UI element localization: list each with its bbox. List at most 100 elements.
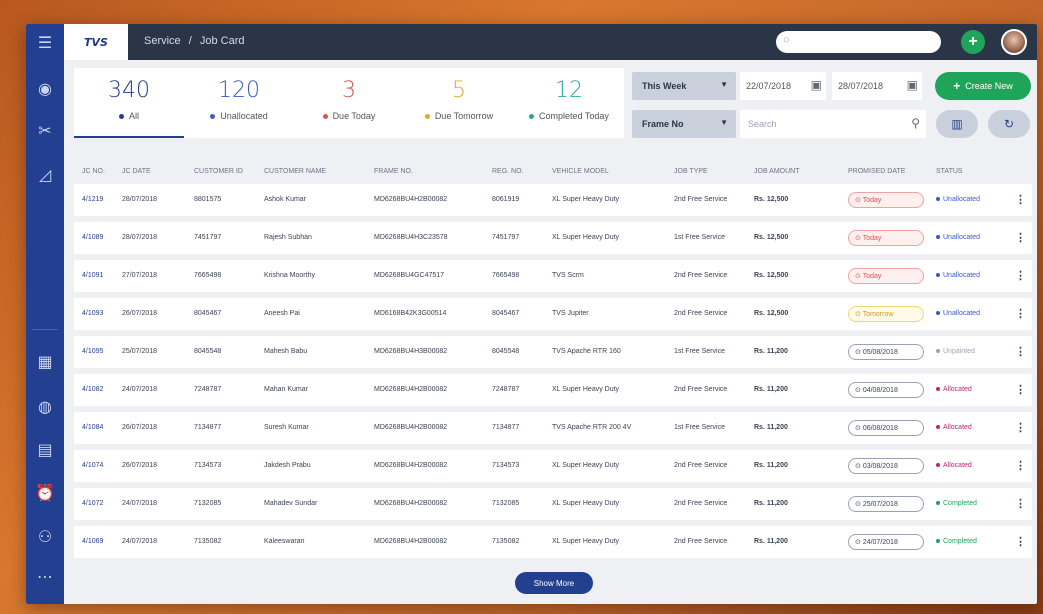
cell-type: 2nd Free Service bbox=[674, 272, 728, 279]
stat-due-today[interactable]: 3 Due Today bbox=[294, 68, 404, 138]
cell-type: 2nd Free Service bbox=[674, 310, 728, 317]
cell-reg: 7135082 bbox=[492, 538, 520, 545]
table-row[interactable]: 4/1069 24/07/2018 7135082 Kaleeswaran MD6268… bbox=[74, 526, 1032, 558]
stat-due-tomorrow[interactable]: 5 Due Tomorrow bbox=[404, 68, 514, 138]
row-menu-icon[interactable]: ⋮ bbox=[1015, 193, 1026, 206]
cell-jc[interactable]: 4/1091 bbox=[82, 272, 103, 279]
cell-name: Aneesh Pai bbox=[264, 310, 300, 317]
cell-cid: 7135082 bbox=[194, 538, 222, 545]
avatar[interactable] bbox=[1001, 29, 1027, 55]
status-text: Unallocated bbox=[943, 310, 980, 317]
cell-frame: MD6268BU4H2B00082 bbox=[374, 196, 448, 203]
row-menu-icon[interactable]: ⋮ bbox=[1015, 231, 1026, 244]
breadcrumb-service[interactable]: Service bbox=[144, 35, 181, 47]
filter-toggle-button[interactable]: ▥ bbox=[936, 110, 978, 138]
period-select[interactable]: This Week ▼ bbox=[632, 72, 736, 100]
row-menu-icon[interactable]: ⋮ bbox=[1015, 383, 1026, 396]
table-row[interactable]: 4/1089 28/07/2018 7451797 Rajesh Subhan MD62… bbox=[74, 222, 1032, 254]
cell-jc[interactable]: 4/1069 bbox=[82, 538, 103, 545]
chevron-down-icon: ▼ bbox=[720, 80, 728, 89]
stat-value: 12 bbox=[555, 78, 583, 103]
tools-icon[interactable]: ✂ bbox=[33, 118, 57, 142]
cell-amount: Rs. 12,500 bbox=[754, 196, 789, 203]
cell-jc[interactable]: 4/1089 bbox=[82, 234, 103, 241]
date-to-field[interactable]: 28/07/2018 ▣ bbox=[832, 72, 922, 100]
calendar-icon[interactable]: ▦ bbox=[33, 349, 57, 373]
table-row[interactable]: 4/1093 26/07/2018 8045467 Aneesh Pai MD6168B… bbox=[74, 298, 1032, 330]
stat-completed-today[interactable]: 12 Completed Today bbox=[514, 68, 624, 138]
column-header[interactable]: FRAME NO. bbox=[374, 168, 413, 175]
add-button[interactable]: + bbox=[961, 30, 985, 54]
table-row[interactable]: 4/1082 24/07/2018 7248787 Mahan Kumar MD6268… bbox=[74, 374, 1032, 406]
cell-reg: 8045548 bbox=[492, 348, 520, 355]
refresh-button[interactable]: ↻ bbox=[988, 110, 1030, 138]
status-badge: Allocated bbox=[936, 462, 972, 469]
menu-icon[interactable]: ☰ bbox=[33, 30, 57, 54]
show-more-button[interactable]: Show More bbox=[515, 572, 593, 594]
row-menu-icon[interactable]: ⋮ bbox=[1015, 459, 1026, 472]
column-header[interactable]: JC NO. bbox=[82, 168, 105, 175]
frame-no-select[interactable]: Frame No ▼ bbox=[632, 110, 736, 138]
document-icon[interactable]: ▤ bbox=[33, 437, 57, 461]
table-row[interactable]: 4/1095 25/07/2018 8045548 Mahesh Babu MD6268… bbox=[74, 336, 1032, 368]
promised-date-badge: ⊙ 05/08/2018 bbox=[848, 344, 924, 360]
cell-date: 26/07/2018 bbox=[122, 462, 158, 469]
row-menu-icon[interactable]: ⋮ bbox=[1015, 345, 1026, 358]
promised-date-text: Today bbox=[862, 273, 882, 280]
cell-jc[interactable]: 4/1074 bbox=[82, 462, 103, 469]
table-row[interactable]: 4/1072 24/07/2018 7132085 Mahadev Sundar MD6… bbox=[74, 488, 1032, 520]
cell-date: 25/07/2018 bbox=[122, 348, 158, 355]
column-header[interactable]: CUSTOMER NAME bbox=[264, 168, 326, 175]
date-from-field[interactable]: 22/07/2018 ▣ bbox=[740, 72, 826, 100]
dashboard-icon[interactable]: ◉ bbox=[33, 76, 57, 100]
cell-frame: MD6268BU4H2B00082 bbox=[374, 462, 448, 469]
cell-reg: 7134877 bbox=[492, 424, 520, 431]
globe-icon[interactable]: ◍ bbox=[33, 394, 57, 418]
cell-jc[interactable]: 4/1093 bbox=[82, 310, 103, 317]
cell-jc[interactable]: 4/1219 bbox=[82, 196, 103, 203]
cell-amount: Rs. 11,200 bbox=[754, 386, 788, 393]
row-menu-icon[interactable]: ⋮ bbox=[1015, 535, 1026, 548]
cell-model: TVS Apache RTR 160 bbox=[552, 348, 621, 355]
column-header[interactable]: JOB AMOUNT bbox=[754, 168, 800, 175]
cell-jc[interactable]: 4/1095 bbox=[82, 348, 103, 355]
row-menu-icon[interactable]: ⋮ bbox=[1015, 421, 1026, 434]
chart-icon[interactable]: ◿ bbox=[33, 162, 57, 186]
table-row[interactable]: 4/1091 27/07/2018 7665498 Krishna Moorthy MD… bbox=[74, 260, 1032, 292]
calendar-icon[interactable]: ▣ bbox=[811, 78, 822, 92]
alarm-icon[interactable]: ⏰ bbox=[33, 480, 57, 504]
column-header[interactable]: PROMISED DATE bbox=[848, 168, 905, 175]
row-menu-icon[interactable]: ⋮ bbox=[1015, 307, 1026, 320]
row-menu-icon[interactable]: ⋮ bbox=[1015, 269, 1026, 282]
calendar-icon[interactable]: ▣ bbox=[907, 78, 918, 92]
table-row[interactable]: 4/1219 28/07/2018 8801575 Ashok Kumar MD6268… bbox=[74, 184, 1032, 216]
column-header[interactable]: CUSTOMER ID bbox=[194, 168, 243, 175]
cell-jc[interactable]: 4/1082 bbox=[82, 386, 103, 393]
column-header[interactable]: VEHICLE MODEL bbox=[552, 168, 609, 175]
more-icon[interactable]: ⋯ bbox=[33, 564, 57, 588]
column-header[interactable]: REG. NO. bbox=[492, 168, 524, 175]
global-search-input[interactable]: ○ bbox=[776, 31, 941, 53]
stat-all[interactable]: 340 All bbox=[74, 68, 184, 138]
cell-type: 2nd Free Service bbox=[674, 462, 728, 469]
status-text: Unpainted bbox=[943, 348, 975, 355]
users-icon[interactable]: ⚇ bbox=[33, 524, 57, 548]
promised-date-text: 25/07/2018 bbox=[862, 501, 898, 508]
create-new-button[interactable]: + Create New bbox=[935, 72, 1031, 100]
table-row[interactable]: 4/1074 26/07/2018 7134573 Jakdesh Prabu MD62… bbox=[74, 450, 1032, 482]
cell-jc[interactable]: 4/1084 bbox=[82, 424, 103, 431]
column-header[interactable]: JC DATE bbox=[122, 168, 151, 175]
column-header[interactable]: JOB TYPE bbox=[674, 168, 708, 175]
stat-unallocated[interactable]: 120 Unallocated bbox=[184, 68, 294, 138]
cell-model: XL Super Heavy Duty bbox=[552, 462, 620, 469]
column-header[interactable]: STATUS bbox=[936, 168, 963, 175]
cell-jc[interactable]: 4/1072 bbox=[82, 500, 103, 507]
stat-label-text: Completed Today bbox=[539, 111, 609, 121]
row-menu-icon[interactable]: ⋮ bbox=[1015, 497, 1026, 510]
status-dot-icon bbox=[936, 273, 940, 278]
table-row[interactable]: 4/1084 26/07/2018 7134877 Suresh Kumar MD626… bbox=[74, 412, 1032, 444]
period-select-value: This Week bbox=[642, 81, 687, 91]
logo[interactable]: TVS bbox=[64, 24, 128, 60]
table-search-input[interactable]: Search ⚲ bbox=[740, 110, 926, 138]
cell-type: 2nd Free Service bbox=[674, 386, 728, 393]
